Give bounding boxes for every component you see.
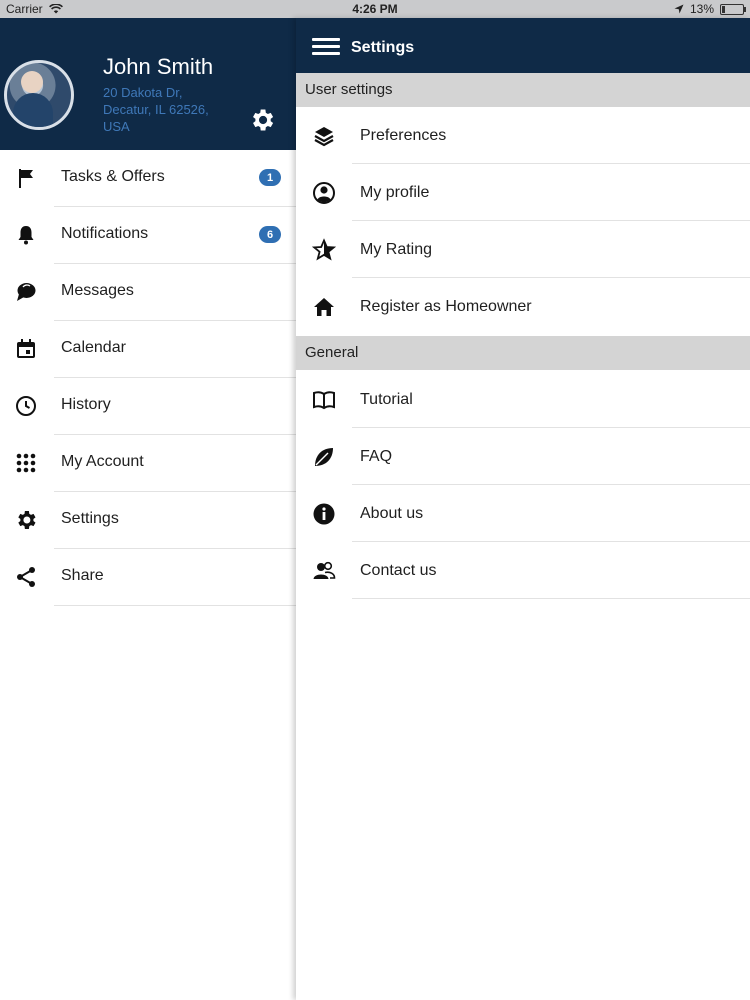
settings-item-preferences[interactable]: Preferences: [296, 107, 750, 164]
drawer-menu: Tasks & Offers 1 Notifications 6 Message…: [0, 150, 296, 606]
settings-item-label: My profile: [360, 184, 430, 201]
drawer-item-calendar[interactable]: Calendar: [0, 321, 296, 378]
book-icon: [312, 388, 336, 412]
battery-icon: [720, 3, 746, 15]
home-icon: [312, 295, 336, 319]
address-line-1: 20 Dakota Dr,: [103, 85, 183, 100]
settings-item-label: Preferences: [360, 127, 447, 144]
drawer-item-label: History: [61, 396, 111, 413]
address-line-3: USA: [103, 119, 130, 134]
bell-icon: [14, 223, 38, 247]
settings-item-my-profile[interactable]: My profile: [296, 164, 750, 221]
user-circle-icon: [312, 181, 336, 205]
settings-item-tutorial[interactable]: Tutorial: [296, 371, 750, 428]
settings-item-label: My Rating: [360, 241, 433, 258]
drawer-item-notifications[interactable]: Notifications 6: [0, 207, 296, 264]
drawer-item-messages[interactable]: Messages: [0, 264, 296, 321]
user-name: John Smith: [103, 54, 214, 79]
drawer-item-label: Share: [61, 567, 104, 584]
layers-icon: [312, 124, 336, 148]
chat-icon: [14, 280, 38, 304]
settings-item-label: Register as Homeowner: [360, 298, 532, 315]
battery-level: [722, 5, 725, 13]
notifications-count-badge: 6: [259, 226, 281, 243]
hamburger-menu-icon[interactable]: [312, 38, 340, 56]
settings-item-my-rating[interactable]: My Rating: [296, 221, 750, 278]
drawer-item-settings[interactable]: Settings: [0, 492, 296, 549]
leaf-icon: [312, 445, 336, 469]
battery-percent: 13%: [689, 2, 714, 16]
settings-item-register-homeowner[interactable]: Register as Homeowner: [296, 278, 750, 335]
share-icon: [14, 565, 38, 589]
avatar[interactable]: [4, 60, 74, 130]
drawer-item-share[interactable]: Share: [0, 549, 296, 606]
profile-settings-gear-icon[interactable]: [248, 106, 276, 134]
settings-item-label: Tutorial: [360, 391, 413, 408]
status-time: 4:26 PM: [352, 2, 398, 16]
settings-item-label: Contact us: [360, 562, 437, 579]
settings-item-contact-us[interactable]: Contact us: [296, 542, 750, 599]
page-title: Settings: [351, 39, 415, 56]
clock-icon: [14, 394, 38, 418]
side-drawer: John Smith 20 Dakota Dr, Decatur, IL 625…: [0, 18, 296, 1000]
settings-header: Settings: [296, 18, 750, 73]
drawer-item-label: Messages: [61, 282, 134, 299]
location-arrow-icon: [674, 4, 684, 14]
settings-item-label: FAQ: [360, 448, 393, 465]
drawer-item-tasks-offers[interactable]: Tasks & Offers 1: [0, 150, 296, 207]
gear-icon: [14, 508, 38, 532]
settings-item-about-us[interactable]: About us: [296, 485, 750, 542]
settings-item-faq[interactable]: FAQ: [296, 428, 750, 485]
drawer-header: John Smith 20 Dakota Dr, Decatur, IL 625…: [0, 18, 296, 150]
grid-icon: [14, 451, 38, 475]
section-user-settings: User settings: [296, 73, 750, 107]
drawer-item-label: Calendar: [61, 339, 126, 356]
flag-icon: [14, 166, 38, 190]
drawer-item-label: Notifications: [61, 225, 149, 242]
status-bar: Carrier 4:26 PM 13%: [0, 0, 750, 18]
drawer-item-my-account[interactable]: My Account: [0, 435, 296, 492]
drawer-item-history[interactable]: History: [0, 378, 296, 435]
section-general: General: [296, 336, 750, 370]
drawer-item-label: Settings: [61, 510, 119, 527]
settings-panel: Settings User settings Preferences My pr…: [296, 18, 750, 1000]
star-icon: [312, 238, 336, 262]
tasks-count-badge: 1: [259, 169, 281, 186]
contacts-icon: [312, 559, 336, 583]
settings-item-label: About us: [360, 505, 424, 522]
user-address: 20 Dakota Dr, Decatur, IL 62526, USA: [103, 84, 233, 135]
calendar-icon: [14, 337, 38, 361]
drawer-item-label: Tasks & Offers: [61, 168, 165, 185]
drawer-item-label: My Account: [61, 453, 144, 470]
info-icon: [312, 502, 336, 526]
address-line-2: Decatur, IL 62526,: [103, 102, 209, 117]
